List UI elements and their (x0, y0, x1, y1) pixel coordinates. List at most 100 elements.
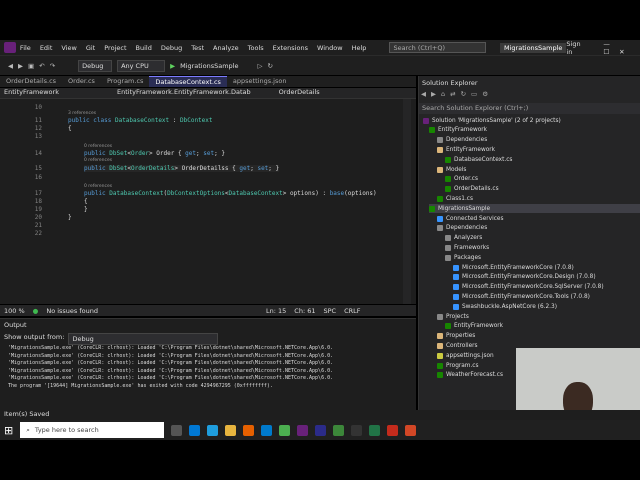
tree-item[interactable]: Projects (437, 312, 640, 321)
codelens-references[interactable]: 0 references (84, 144, 112, 149)
menu-item[interactable]: Tools (248, 44, 264, 52)
tree-item[interactable]: EntityFramework (429, 126, 640, 135)
undo-icon[interactable]: ↶ (39, 62, 44, 70)
tree-item[interactable]: Solution 'MigrationsSample' (2 of 2 proj… (423, 116, 640, 125)
settings-icon[interactable]: ⚙ (482, 90, 488, 100)
sync-icon[interactable]: ⇄ (450, 90, 455, 100)
platform-dropdown[interactable]: Any CPU (117, 59, 166, 72)
visual-studio-icon[interactable] (297, 424, 309, 436)
tree-item[interactable]: Dependencies (437, 224, 640, 233)
app-icon[interactable] (315, 424, 327, 436)
codelens-references[interactable]: 3 references (68, 111, 96, 116)
menu-item[interactable]: Project (104, 44, 126, 52)
issues-status[interactable]: No issues found (46, 307, 98, 315)
tree-item[interactable]: OrderDetails.cs (445, 185, 640, 194)
output-source-dropdown[interactable]: Debug (68, 333, 219, 345)
whitespace-mode[interactable]: SPC (323, 307, 336, 315)
editor-tab[interactable]: Program.cs (101, 76, 149, 87)
app-icon[interactable] (333, 424, 345, 436)
menu-item[interactable]: Git (86, 44, 95, 52)
class-dropdown[interactable]: EntityFramework.EntityFramework.Datab (117, 88, 251, 98)
tree-item[interactable]: Class1.cs (437, 194, 640, 203)
codelens-references[interactable]: 0 references (84, 158, 112, 163)
menu-item[interactable]: Debug (161, 44, 182, 52)
refresh-icon[interactable]: ↻ (461, 90, 466, 100)
editor-scrollbar[interactable] (403, 99, 411, 304)
menu-item[interactable]: Extensions (273, 44, 308, 52)
excel-icon[interactable] (369, 424, 381, 436)
tree-item[interactable]: Swashbuckle.AspNetCore (6.2.3) (453, 302, 640, 311)
output-line: The program '[19644] MigrationsSample.ex… (8, 382, 273, 389)
mail-icon[interactable] (189, 424, 201, 436)
app-icon[interactable] (387, 424, 399, 436)
menu-item[interactable]: Edit (40, 44, 53, 52)
edge-icon[interactable] (207, 424, 219, 436)
tree-item[interactable]: MigrationsSample (429, 204, 640, 214)
tree-item[interactable]: Connected Services (437, 214, 640, 223)
tree-item[interactable]: EntityFramework (445, 322, 640, 331)
run-target-button[interactable]: MigrationsSample (180, 62, 238, 70)
menu-item[interactable]: View (61, 44, 76, 52)
tree-item[interactable]: Packages (445, 253, 640, 262)
task-view-icon[interactable] (171, 424, 183, 436)
redo-icon[interactable]: ↷ (50, 62, 55, 70)
forward-icon[interactable]: ▶ (431, 90, 436, 100)
code-editor[interactable] (0, 99, 416, 304)
menu-item[interactable]: Build (136, 44, 152, 52)
tree-item[interactable]: Analyzers (445, 234, 640, 243)
tree-item[interactable]: Models (437, 165, 640, 174)
line-ending[interactable]: CRLF (344, 307, 360, 315)
editor-tab[interactable]: appsettings.json (227, 76, 293, 87)
save-icon[interactable]: ▣ (28, 62, 34, 70)
menu-item[interactable]: File (20, 44, 31, 52)
tree-item[interactable]: Properties (437, 332, 640, 341)
config-dropdown[interactable]: Debug (78, 59, 113, 72)
editor-tab[interactable]: DatabaseContext.cs (149, 76, 227, 87)
zoom-level[interactable]: 100 % (4, 307, 25, 315)
tree-item-label: MigrationsSample (438, 205, 491, 212)
editor-tab[interactable]: Order.cs (62, 76, 101, 87)
vscode-icon[interactable] (261, 424, 273, 436)
menu-item[interactable]: Window (317, 44, 343, 52)
firefox-icon[interactable] (243, 424, 255, 436)
menu-item[interactable]: Analyze (213, 44, 239, 52)
menu-item[interactable]: Test (191, 44, 204, 52)
tree-item[interactable]: Order.cs (445, 175, 640, 184)
project-dropdown[interactable]: EntityFramework (4, 88, 59, 98)
tree-item-label: WeatherForecast.cs (446, 372, 503, 379)
navigation-bar: EntityFramework EntityFramework.EntityFr… (0, 88, 416, 99)
collapse-icon[interactable]: ▭ (471, 90, 477, 100)
tree-item[interactable]: EntityFramework (437, 145, 640, 154)
tree-item-label: Frameworks (454, 244, 490, 251)
menu-item[interactable]: Help (352, 44, 367, 52)
forward-icon[interactable]: ▶ (18, 62, 23, 70)
taskbar-search[interactable]: ⌕ Type here to search (20, 422, 165, 438)
tree-item[interactable]: DatabaseContext.cs (445, 155, 640, 164)
attach-icon[interactable]: ▷ (257, 62, 262, 70)
minimize-icon[interactable]: — (603, 40, 610, 48)
tree-item[interactable]: Microsoft.EntityFrameworkCore (7.0.8) (453, 263, 640, 272)
member-dropdown[interactable]: OrderDetails (279, 88, 320, 98)
windows-start-icon[interactable]: ⊞ (4, 424, 13, 437)
powerpoint-icon[interactable] (405, 424, 417, 436)
back-icon[interactable]: ◀ (421, 90, 426, 100)
tree-item[interactable]: Microsoft.EntityFrameworkCore.Design (7.… (453, 273, 640, 282)
file-type-icon (445, 244, 451, 251)
chrome-icon[interactable] (279, 424, 291, 436)
terminal-icon[interactable] (351, 424, 363, 436)
run-icon[interactable]: ▶ (170, 62, 175, 70)
solution-search-input[interactable]: Search Solution Explorer (Ctrl+;) (419, 103, 640, 114)
codelens-references[interactable]: 0 references (84, 184, 112, 189)
code-line-17: public DatabaseContext(DbContextOptions<… (84, 190, 377, 197)
tree-item[interactable]: Microsoft.EntityFrameworkCore.Tools (7.0… (453, 292, 640, 301)
tree-item[interactable]: Microsoft.EntityFrameworkCore.SqlServer … (453, 283, 640, 292)
sign-in-link[interactable]: Sign in (566, 40, 585, 56)
tree-item[interactable]: Frameworks (445, 243, 640, 252)
editor-tab[interactable]: OrderDetails.cs (0, 76, 62, 87)
home-icon[interactable]: ⌂ (441, 90, 445, 100)
files-icon[interactable] (225, 424, 237, 436)
search-input[interactable]: Search (Ctrl+Q) (389, 42, 487, 53)
tree-item[interactable]: Dependencies (437, 136, 640, 145)
back-icon[interactable]: ◀ (8, 62, 13, 70)
refresh-icon[interactable]: ↻ (267, 62, 272, 70)
